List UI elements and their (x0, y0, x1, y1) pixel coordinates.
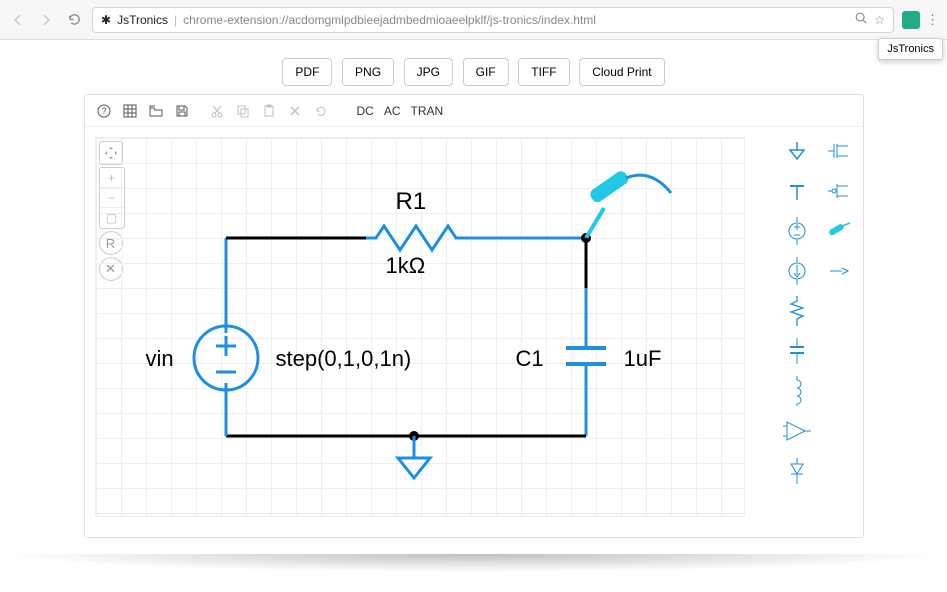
page-content: PDF PNG JPG GIF TIFF Cloud Print ? DC AC… (0, 40, 947, 590)
r1-value[interactable]: 1kΩ (386, 253, 426, 279)
export-tiff-button[interactable]: TIFF (518, 58, 569, 86)
copy-icon[interactable] (234, 102, 252, 120)
back-button[interactable] (8, 10, 28, 30)
menu-icon[interactable]: ⋮ (926, 12, 939, 28)
rotate-icon[interactable] (312, 102, 330, 120)
vin-value[interactable]: step(0,1,0,1n) (276, 346, 412, 372)
palette-ground-icon[interactable] (779, 137, 815, 165)
palette-vsource-icon[interactable] (779, 217, 815, 245)
export-png-button[interactable]: PNG (342, 58, 394, 86)
schematic-canvas[interactable]: R1 1kΩ vin step(0,1,0,1n) C1 1uF (95, 137, 745, 517)
sim-mode-dc[interactable]: DC (356, 104, 375, 118)
palette-inductor-icon[interactable] (779, 377, 815, 405)
capacitor-c1[interactable] (566, 348, 606, 364)
export-cloudprint-button[interactable]: Cloud Print (579, 58, 664, 86)
help-icon[interactable]: ? (95, 102, 113, 120)
drop-shadow (0, 554, 947, 572)
star-icon[interactable]: ☆ (874, 13, 885, 27)
vin-name[interactable]: vin (146, 346, 174, 372)
forward-button[interactable] (36, 10, 56, 30)
ground[interactable] (398, 436, 430, 478)
delete-icon[interactable] (286, 102, 304, 120)
extension-tooltip: JsTronics (878, 38, 943, 60)
open-icon[interactable] (147, 102, 165, 120)
extension-name: JsTronics (117, 13, 168, 27)
palette-probe-icon[interactable] (821, 217, 857, 245)
svg-text:?: ? (101, 106, 106, 116)
browser-toolbar: ✱ JsTronics | chrome-extension://acdomgm… (0, 0, 947, 40)
export-jpg-button[interactable]: JPG (404, 58, 453, 86)
palette-port-icon[interactable] (821, 257, 857, 285)
palette-resistor-icon[interactable] (779, 297, 815, 325)
grid-icon[interactable] (121, 102, 139, 120)
address-bar[interactable]: ✱ JsTronics | chrome-extension://acdomgm… (92, 7, 894, 33)
palette-opamp-icon[interactable] (779, 417, 815, 445)
resistor-r1[interactable] (366, 226, 466, 250)
palette-vdd-icon[interactable] (779, 177, 815, 205)
palette-capacitor-icon[interactable] (779, 337, 815, 365)
palette-diode-icon[interactable] (779, 457, 815, 485)
export-pdf-button[interactable]: PDF (282, 58, 332, 86)
c1-value[interactable]: 1uF (624, 346, 662, 372)
reload-button[interactable] (64, 10, 84, 30)
editor-frame: ? DC AC TRAN + (84, 94, 864, 538)
cut-icon[interactable] (208, 102, 226, 120)
search-icon[interactable] (854, 11, 868, 28)
sim-mode-ac[interactable]: AC (383, 104, 402, 118)
palette-isource-icon[interactable] (779, 257, 815, 285)
palette-pmos-icon[interactable] (821, 177, 857, 205)
sim-mode-tran[interactable]: TRAN (410, 104, 445, 118)
export-bar: PDF PNG JPG GIF TIFF Cloud Print (0, 40, 947, 94)
extension-icon: ✱ (101, 13, 111, 27)
r1-name[interactable]: R1 (396, 188, 427, 216)
palette-nmos-icon[interactable] (821, 137, 857, 165)
save-icon[interactable] (173, 102, 191, 120)
vsource-vin[interactable] (194, 326, 258, 390)
url-text: chrome-extension://acdomgmlpdbieejadmbed… (183, 13, 596, 27)
canvas-area-wrap: + − ▢ R ✕ (85, 127, 773, 537)
paste-icon[interactable] (260, 102, 278, 120)
probe[interactable] (586, 169, 671, 238)
component-palette (773, 127, 863, 537)
c1-name[interactable]: C1 (516, 346, 544, 372)
export-gif-button[interactable]: GIF (463, 58, 509, 86)
extension-button[interactable] (902, 11, 920, 29)
editor-toolbar: ? DC AC TRAN (85, 95, 863, 127)
